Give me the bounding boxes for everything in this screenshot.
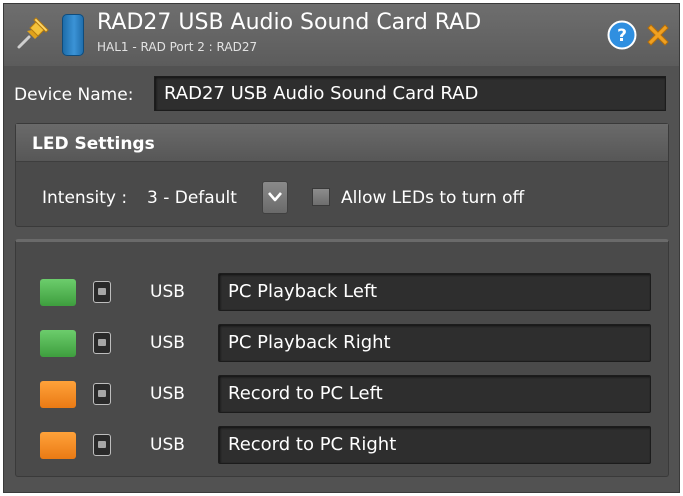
channel-name-input[interactable]: PC Playback Left (218, 273, 651, 311)
channel-name-input[interactable]: Record to PC Right (218, 426, 651, 464)
intensity-select[interactable]: 3 - Default (147, 188, 237, 208)
led-indicator[interactable] (40, 432, 76, 459)
channels-group: USB PC Playback Left USB PC Playback Rig… (15, 239, 669, 477)
pin-icon[interactable] (14, 16, 50, 52)
allow-leds-off-checkbox[interactable] (312, 188, 330, 206)
device-name-input[interactable]: RAD27 USB Audio Sound Card RAD (154, 76, 666, 111)
window-title: RAD27 USB Audio Sound Card RAD (97, 10, 482, 35)
channel-name-input[interactable]: Record to PC Left (218, 375, 651, 413)
usb-port-icon (93, 281, 111, 303)
led-indicator[interactable] (40, 279, 76, 306)
channel-name-input[interactable]: PC Playback Right (218, 324, 651, 362)
title-bar: RAD27 USB Audio Sound Card RAD HAL1 - RA… (4, 4, 679, 66)
usb-port-icon (93, 332, 111, 354)
device-icon (62, 14, 84, 56)
led-settings-title: LED Settings (32, 134, 155, 154)
intensity-dropdown-button[interactable] (262, 181, 288, 214)
led-indicator[interactable] (40, 381, 76, 408)
channel-row: USB PC Playback Right (16, 324, 668, 364)
window-subtitle: HAL1 - RAD Port 2 : RAD27 (97, 40, 258, 54)
channel-row: USB Record to PC Left (16, 375, 668, 415)
chevron-down-icon (268, 192, 282, 202)
channel-row: USB Record to PC Right (16, 426, 668, 466)
close-icon[interactable] (644, 21, 672, 49)
help-icon[interactable]: ? (607, 20, 637, 50)
allow-leds-off-label[interactable]: Allow LEDs to turn off (341, 188, 524, 208)
channel-interface-label: USB (150, 333, 185, 353)
intensity-label: Intensity : (42, 188, 128, 208)
svg-text:?: ? (617, 26, 627, 46)
usb-port-icon (93, 383, 111, 405)
channel-interface-label: USB (150, 282, 185, 302)
channel-interface-label: USB (150, 384, 185, 404)
channel-interface-label: USB (150, 435, 185, 455)
usb-port-icon (93, 434, 111, 456)
device-name-label: Device Name: (14, 85, 134, 105)
led-settings-group: LED Settings Intensity : 3 - Default All… (15, 123, 669, 227)
led-settings-header: LED Settings (16, 124, 668, 162)
channel-row: USB PC Playback Left (16, 273, 668, 313)
led-indicator[interactable] (40, 330, 76, 357)
settings-window: RAD27 USB Audio Sound Card RAD HAL1 - RA… (3, 3, 680, 493)
